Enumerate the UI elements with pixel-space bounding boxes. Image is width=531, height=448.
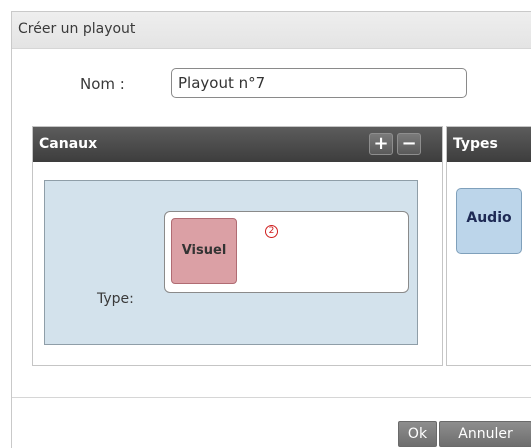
dialog-title: Créer un playout — [18, 21, 136, 37]
channels-panel-header: Canaux + − — [33, 127, 442, 162]
dialog-titlebar: Créer un playout — [12, 12, 531, 49]
types-panel-title: Types — [453, 136, 498, 152]
channels-panel: Canaux + − Type: Visuel 2 — [32, 126, 443, 366]
types-list: Audio — [447, 162, 531, 365]
remove-channel-button[interactable]: − — [397, 133, 421, 155]
add-channel-button[interactable]: + — [369, 133, 393, 155]
type-label: Type: — [97, 291, 134, 307]
visuel-type-tag[interactable]: Visuel — [171, 218, 237, 284]
step-number-badge: 2 — [265, 225, 278, 238]
name-input[interactable] — [171, 68, 467, 98]
audio-type-tag[interactable]: Audio — [456, 188, 522, 254]
name-label: Nom : — [80, 75, 125, 93]
type-drop-zone[interactable]: Visuel 2 — [164, 211, 409, 293]
types-panel-header: Types — [447, 127, 531, 162]
create-playout-dialog: Créer un playout Nom : Canaux + − Type: … — [11, 11, 531, 448]
types-panel: Types Audio — [446, 126, 531, 366]
cancel-button[interactable]: Annuler — [439, 421, 531, 447]
channels-panel-title: Canaux — [39, 136, 98, 152]
channel-item[interactable]: Type: Visuel 2 — [44, 180, 418, 345]
footer-divider — [12, 397, 531, 398]
ok-button[interactable]: Ok — [398, 421, 437, 447]
